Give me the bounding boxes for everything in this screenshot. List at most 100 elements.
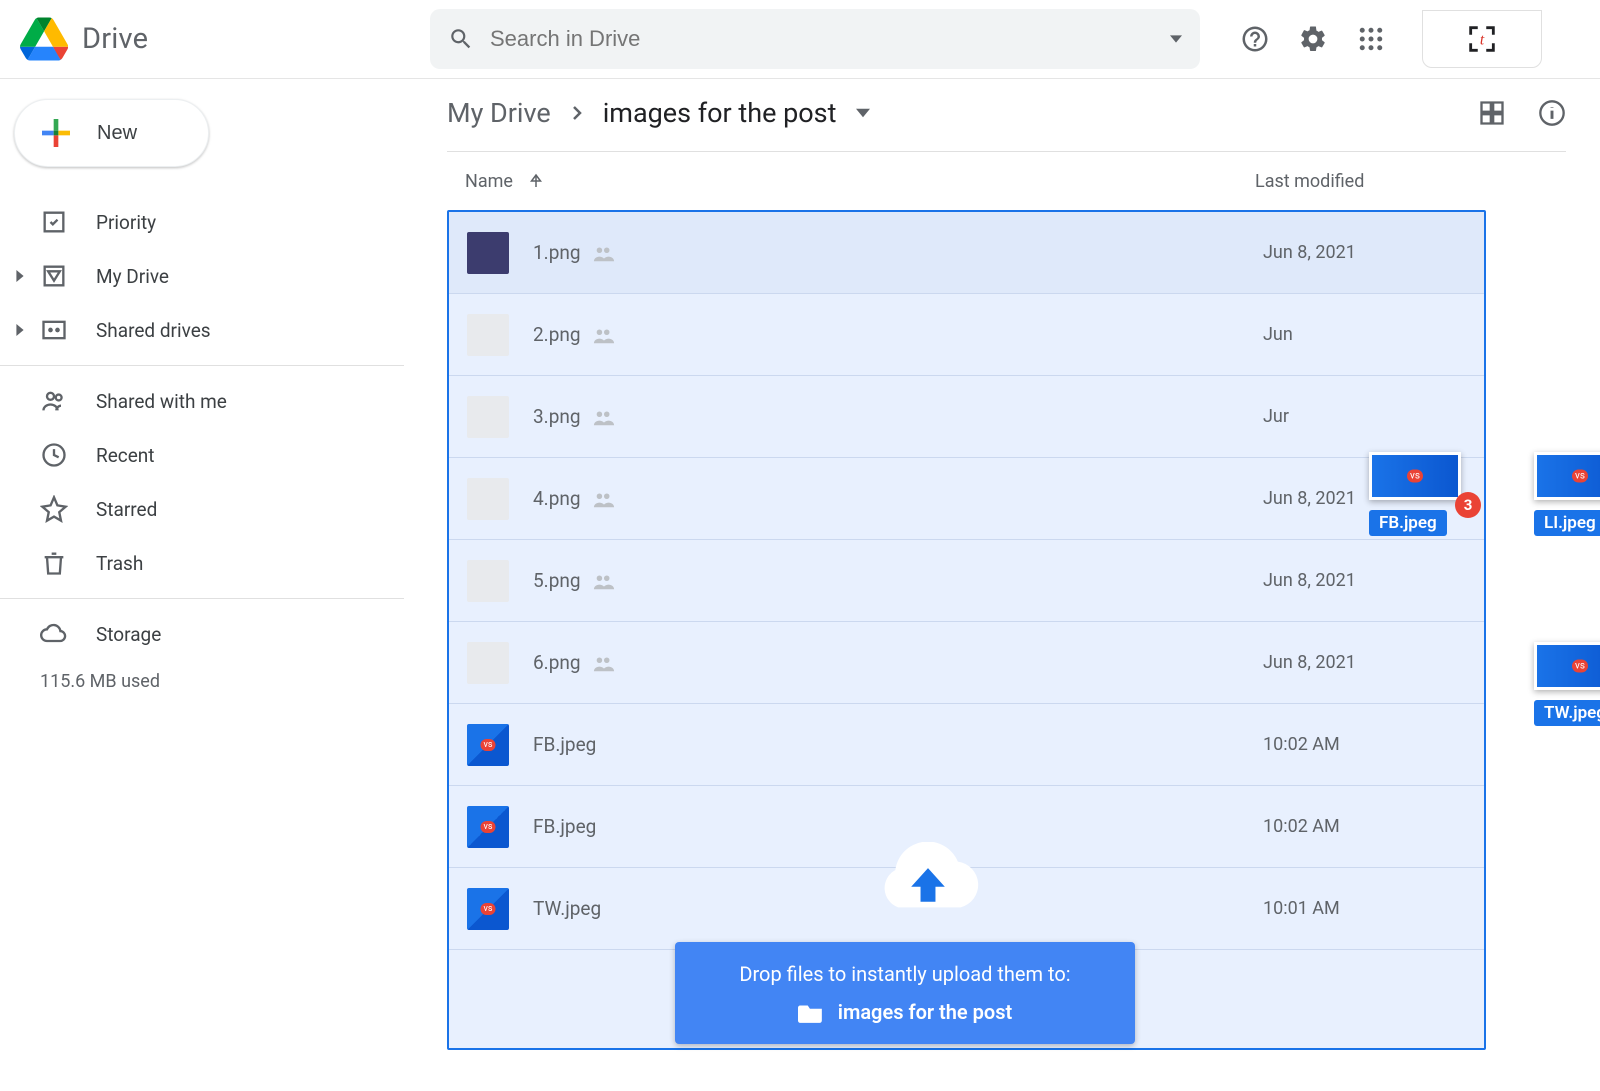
file-modified: Jun 8, 2021 <box>1263 242 1356 263</box>
file-row[interactable]: 5.pngJun 8, 2021 <box>449 540 1484 622</box>
file-name: 4.png <box>533 487 1263 510</box>
search-box[interactable] <box>430 9 1200 69</box>
svg-text:t: t <box>1480 32 1485 49</box>
file-name: 2.png <box>533 323 1263 346</box>
settings-icon[interactable] <box>1298 24 1328 54</box>
drag-ghost-thumb <box>1534 642 1600 690</box>
grid-view-icon[interactable] <box>1478 99 1506 127</box>
drop-tooltip-folder: images for the post <box>838 1000 1012 1024</box>
upload-cloud-icon <box>869 842 987 926</box>
file-name: 5.png <box>533 569 1263 592</box>
shared-icon <box>593 490 615 508</box>
shareddrives-icon <box>40 316 68 344</box>
shared-icon <box>593 326 615 344</box>
file-thumbnail <box>467 314 509 356</box>
help-icon[interactable] <box>1240 24 1270 54</box>
file-row[interactable]: 4.pngJun 8, 2021 <box>449 458 1484 540</box>
mydrive-icon <box>40 262 68 290</box>
sidebar-item-label: Priority <box>96 211 156 234</box>
file-row[interactable]: FB.jpeg10:02 AM <box>449 704 1484 786</box>
trash-icon <box>40 549 68 577</box>
sort-asc-icon <box>527 172 545 190</box>
expand-icon[interactable] <box>14 270 26 282</box>
file-thumbnail <box>467 560 509 602</box>
header-tools <box>1240 24 1386 54</box>
apps-icon[interactable] <box>1356 24 1386 54</box>
new-button[interactable]: New <box>14 99 209 167</box>
sidebar-item-label: Shared with me <box>96 390 227 413</box>
file-row[interactable]: 1.pngJun 8, 2021 <box>449 212 1484 294</box>
file-thumbnail <box>467 396 509 438</box>
file-modified: Jur <box>1263 406 1289 427</box>
star-icon <box>40 495 68 523</box>
drive-logo-icon <box>20 17 68 61</box>
file-modified: Jun <box>1263 324 1293 345</box>
shared-icon <box>593 408 615 426</box>
file-list-dropzone[interactable]: 1.pngJun 8, 20212.pngJun3.pngJur4.pngJun… <box>447 210 1486 1050</box>
drop-tooltip-text: Drop files to instantly upload them to: <box>699 962 1111 986</box>
file-thumbnail <box>467 642 509 684</box>
main-area: My Drive images for the post Name Last m… <box>405 79 1600 1091</box>
sidebar-item-priority[interactable]: Priority <box>0 195 404 249</box>
drag-ghost: LI.jpeg <box>1534 452 1600 536</box>
chevron-down-icon[interactable] <box>856 106 870 120</box>
drop-tooltip: Drop files to instantly upload them to: … <box>675 942 1135 1044</box>
file-name: 6.png <box>533 651 1263 674</box>
search-options-icon[interactable] <box>1170 33 1182 45</box>
file-name: FB.jpeg <box>533 733 1263 756</box>
breadcrumb: My Drive images for the post <box>447 97 1566 152</box>
file-row[interactable]: 6.pngJun 8, 2021 <box>449 622 1484 704</box>
drag-ghost-thumb <box>1369 452 1461 500</box>
file-name: 3.png <box>533 405 1263 428</box>
sidebar-item-label: Starred <box>96 498 157 521</box>
column-name[interactable]: Name <box>465 171 1255 192</box>
plus-icon <box>35 112 77 154</box>
search-input[interactable] <box>490 26 1170 52</box>
expand-icon[interactable] <box>14 324 26 336</box>
file-thumbnail <box>467 806 509 848</box>
logo-section: Drive <box>20 17 430 61</box>
sidebar-item-trash[interactable]: Trash <box>0 536 404 590</box>
column-name-label: Name <box>465 171 513 192</box>
extension-chip[interactable]: t <box>1422 10 1542 68</box>
extension-icon: t <box>1463 22 1501 56</box>
file-modified: Jun 8, 2021 <box>1263 570 1356 591</box>
chevron-right-icon <box>565 101 589 125</box>
drag-ghost: TW.jpeg <box>1534 642 1600 726</box>
priority-icon <box>40 208 68 236</box>
file-modified: 10:02 AM <box>1263 734 1340 755</box>
drag-ghost-label: FB.jpeg <box>1369 510 1447 536</box>
sidebar-item-recent[interactable]: Recent <box>0 428 404 482</box>
shared-icon <box>593 572 615 590</box>
cloud-icon <box>40 620 68 648</box>
file-name: FB.jpeg <box>533 815 1263 838</box>
info-icon[interactable] <box>1538 99 1566 127</box>
file-modified: Jun 8, 2021 <box>1263 488 1356 509</box>
search-icon <box>448 26 474 52</box>
sidebar-item-label: My Drive <box>96 265 169 288</box>
breadcrumb-current[interactable]: images for the post <box>603 97 837 129</box>
table-header: Name Last modified <box>447 152 1566 210</box>
file-modified: 10:02 AM <box>1263 816 1340 837</box>
sidebar-item-starred[interactable]: Starred <box>0 482 404 536</box>
sidebar-item-shareddrives[interactable]: Shared drives <box>0 303 404 357</box>
sidebar-item-label: Shared drives <box>96 319 211 342</box>
drag-ghost-label: TW.jpeg <box>1534 700 1600 726</box>
column-modified[interactable]: Last modified <box>1255 171 1548 192</box>
breadcrumb-root[interactable]: My Drive <box>447 97 551 129</box>
file-row[interactable]: 3.pngJur <box>449 376 1484 458</box>
sidebar-item-sharedwithme[interactable]: Shared with me <box>0 374 404 428</box>
sidebar: New Priority My Drive Shared drives Shar… <box>0 79 405 1091</box>
sidebar-item-storage[interactable]: Storage <box>0 607 404 661</box>
file-row[interactable]: 2.pngJun <box>449 294 1484 376</box>
file-modified: Jun 8, 2021 <box>1263 652 1356 673</box>
file-thumbnail <box>467 888 509 930</box>
sidebar-item-mydrive[interactable]: My Drive <box>0 249 404 303</box>
file-name: 1.png <box>533 241 1263 264</box>
file-thumbnail <box>467 478 509 520</box>
file-thumbnail <box>467 232 509 274</box>
drag-count-badge: 3 <box>1455 492 1481 518</box>
drag-ghost-label: LI.jpeg <box>1534 510 1600 536</box>
folder-icon <box>798 1001 824 1023</box>
sharedwithme-icon <box>40 387 68 415</box>
